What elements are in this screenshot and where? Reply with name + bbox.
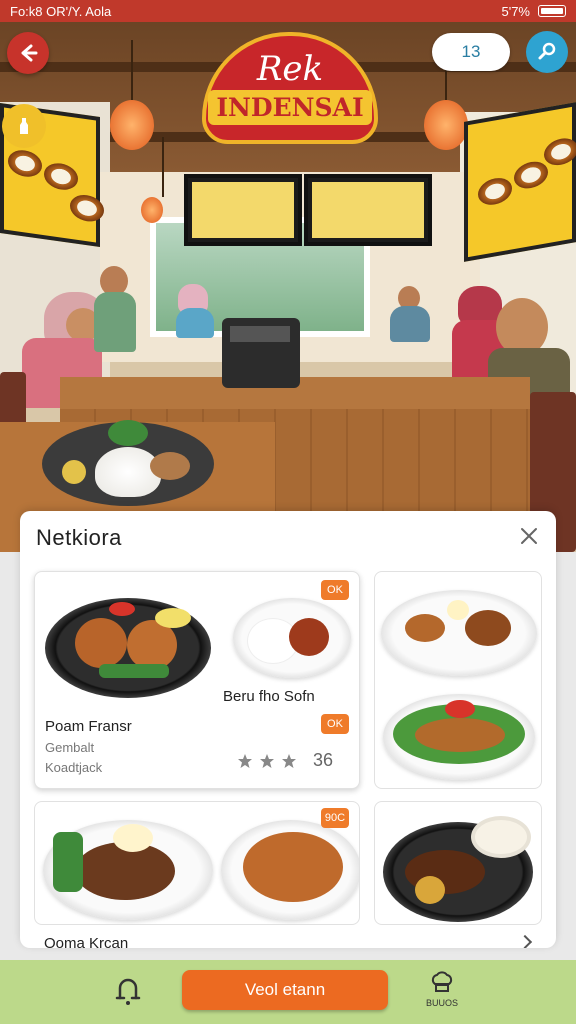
cart-count: 13: [461, 42, 481, 61]
cart-count-pill[interactable]: 13: [432, 33, 510, 71]
rating-row: 36: [237, 750, 333, 771]
menu-board-right: [464, 102, 576, 262]
menu-card-featured[interactable]: OK Beru fho Sofn OK Poam Fransr Gembalt …: [34, 571, 360, 789]
menu-dish: [478, 175, 512, 208]
order-button-label: Veol etann: [244, 980, 326, 999]
panel-title: Netkiora: [36, 525, 122, 550]
bottom-bar: Veol etann BUUOS: [0, 960, 576, 1024]
menu-dish: [514, 159, 548, 192]
satay: [465, 610, 511, 646]
card-sub-line: Gembalt: [45, 740, 95, 755]
cash-register: [222, 318, 300, 388]
chef-hat-icon: [431, 971, 453, 992]
lemon: [155, 608, 191, 628]
hero-herb: [108, 420, 148, 446]
menu-dish: [70, 192, 104, 224]
star-icon: [260, 753, 274, 768]
next-section-label: Ooma Krcan: [44, 935, 129, 948]
satay: [415, 718, 505, 752]
lantern: [424, 40, 468, 150]
chevron-right-icon[interactable]: [517, 934, 533, 948]
battery-percent: 5'7%: [501, 3, 530, 19]
beef-rendang: [289, 618, 329, 656]
search-button[interactable]: [526, 31, 568, 73]
bottle-icon: [20, 118, 28, 134]
status-right: 5'7%: [501, 4, 566, 19]
chef-label: BUUOS: [425, 998, 458, 1008]
menu-card-bottom-left[interactable]: 90C: [34, 801, 360, 925]
card-tag: 90C: [321, 808, 349, 828]
close-icon[interactable]: [518, 525, 540, 547]
sauce-bowl: [471, 816, 531, 858]
search-icon: [538, 42, 556, 60]
fried-chicken: [75, 618, 127, 668]
menu-dish: [8, 148, 42, 179]
lantern: [141, 137, 164, 223]
sambal: [445, 700, 475, 718]
greens: [53, 832, 83, 892]
chef-button[interactable]: BUUOS: [424, 970, 460, 1018]
card-sub-line: Koadtjack: [45, 760, 103, 775]
hero-side-dish: [150, 452, 190, 480]
star-icon: [238, 753, 252, 768]
card-secondary-name: Beru fho Sofn: [223, 688, 315, 705]
hero-egg: [62, 460, 86, 484]
potato: [415, 876, 445, 904]
status-left-text: Fo:k8 OR'/Y. Aola: [10, 3, 112, 19]
side-badge-button[interactable]: [2, 104, 46, 148]
menu-card-satay[interactable]: [374, 571, 542, 789]
card-name: Poam Fransr: [45, 718, 132, 735]
card-tag: OK: [321, 580, 349, 600]
logo-top-text: Rek: [256, 48, 324, 89]
rating-value: 36: [313, 750, 334, 770]
status-bar: Fo:k8 OR'/Y. Aola 5'7%: [0, 0, 576, 22]
back-button[interactable]: [7, 32, 49, 74]
menu-dish: [544, 135, 576, 168]
lantern: [110, 40, 154, 150]
card-tag: OK: [321, 714, 349, 734]
fried-chicken-pieces: [243, 832, 343, 902]
tv-menu-left: [184, 174, 302, 246]
star-icon: [282, 753, 296, 768]
order-button[interactable]: Veol etann: [182, 970, 388, 1010]
menu-card-bottom-right[interactable]: [374, 801, 542, 925]
green-beans: [99, 664, 169, 678]
menu-panel: Netkiora OK Beru fho Sofn OK Poam Fransr…: [20, 511, 556, 948]
tv-menu-right: [304, 174, 432, 246]
chili: [109, 602, 135, 616]
back-arrow-icon: [21, 44, 38, 62]
battery-icon: [538, 5, 566, 17]
menu-dish: [44, 161, 78, 192]
egg: [113, 824, 153, 852]
satay: [405, 614, 445, 642]
egg: [447, 600, 469, 620]
logo-bottom-text: INDENSAI: [208, 89, 372, 125]
bell-icon[interactable]: [112, 974, 144, 1008]
